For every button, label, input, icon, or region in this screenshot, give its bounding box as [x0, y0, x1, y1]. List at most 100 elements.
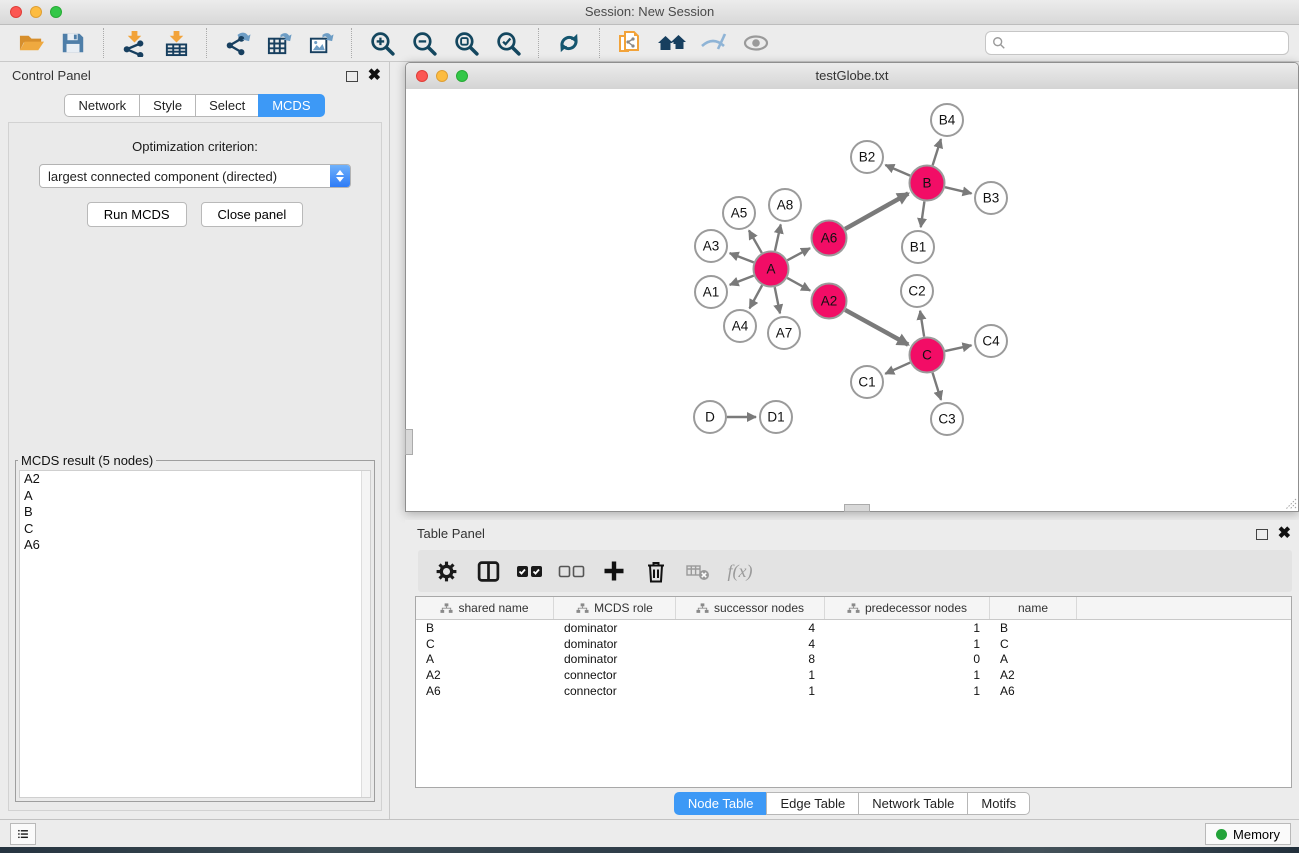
graph-node-C4[interactable]: C4: [975, 325, 1007, 357]
mcds-result-item[interactable]: A2: [20, 471, 370, 488]
table-settings-button[interactable]: [428, 554, 464, 588]
tab-network[interactable]: Network: [64, 94, 140, 117]
import-table-button[interactable]: [158, 27, 194, 59]
graph-edge-C-C2[interactable]: [920, 311, 924, 337]
panel-gripper[interactable]: [405, 429, 413, 455]
toggle-columns-button[interactable]: [470, 554, 506, 588]
graph-edge-B-B4[interactable]: [933, 139, 941, 165]
mcds-result-item[interactable]: B: [20, 504, 370, 521]
search-input[interactable]: [1006, 35, 1288, 52]
zoom-selected-button[interactable]: [490, 27, 526, 59]
mcds-result-item[interactable]: C: [20, 521, 370, 538]
column-header-name[interactable]: name: [990, 597, 1077, 619]
graph-node-B[interactable]: B: [910, 166, 945, 201]
refresh-view-button[interactable]: [551, 27, 587, 59]
float-panel-icon[interactable]: [346, 71, 358, 82]
optimization-select[interactable]: largest connected component (directed): [39, 164, 351, 188]
tab-edge-table[interactable]: Edge Table: [766, 792, 859, 815]
table-row[interactable]: A2connector11A2: [416, 667, 1291, 683]
graph-node-A3[interactable]: A3: [695, 230, 727, 262]
network-canvas[interactable]: B4B2BB3A5A8A6A3B1AA1C2A2A4A7C4CC1C3DD1: [406, 89, 1298, 511]
float-table-panel-icon[interactable]: [1256, 529, 1268, 540]
tab-mcds[interactable]: MCDS: [258, 94, 324, 117]
result-list-scrollbar[interactable]: [361, 471, 370, 797]
zoom-fit-button[interactable]: [448, 27, 484, 59]
graph-edge-A6-B[interactable]: [845, 194, 908, 229]
graph-node-D[interactable]: D: [694, 401, 726, 433]
tab-style[interactable]: Style: [139, 94, 196, 117]
copy-view-button[interactable]: [612, 27, 648, 59]
graph-node-A6[interactable]: A6: [812, 221, 847, 256]
graph-edge-A-A7[interactable]: [775, 287, 780, 313]
show-details-button[interactable]: [738, 27, 774, 59]
graph-edge-A-A6[interactable]: [787, 248, 810, 260]
import-network-button[interactable]: [116, 27, 152, 59]
table-row[interactable]: Adominator80A: [416, 652, 1291, 668]
delete-rows-button[interactable]: [638, 554, 674, 588]
graph-node-B1[interactable]: B1: [902, 231, 934, 263]
graph-node-A1[interactable]: A1: [695, 276, 727, 308]
memory-button[interactable]: Memory: [1205, 823, 1291, 845]
graph-edge-C-C3[interactable]: [933, 373, 942, 400]
graph-node-A[interactable]: A: [754, 252, 789, 287]
graph-node-B2[interactable]: B2: [851, 141, 883, 173]
column-header-predecessor-nodes[interactable]: predecessor nodes: [825, 597, 990, 619]
column-header-shared-name[interactable]: shared name: [416, 597, 554, 619]
graph-edge-A-A2[interactable]: [787, 278, 810, 291]
export-network-button[interactable]: [219, 27, 255, 59]
graph-edge-C-C1[interactable]: [885, 363, 910, 374]
graph-node-C3[interactable]: C3: [931, 403, 963, 435]
run-mcds-button[interactable]: Run MCDS: [87, 202, 187, 227]
deselect-all-rows-button[interactable]: [554, 554, 590, 588]
graph-edge-A-A3[interactable]: [730, 253, 754, 262]
graph-node-B4[interactable]: B4: [931, 104, 963, 136]
tab-select[interactable]: Select: [195, 94, 259, 117]
home-view-button[interactable]: [654, 27, 690, 59]
open-session-button[interactable]: [13, 27, 49, 59]
mcds-result-item[interactable]: A: [20, 488, 370, 505]
column-header-successor-nodes[interactable]: successor nodes: [676, 597, 825, 619]
graph-edge-B-B1[interactable]: [921, 201, 925, 227]
close-panel-button[interactable]: Close panel: [201, 202, 304, 227]
tab-node-table[interactable]: Node Table: [674, 792, 768, 815]
table-row[interactable]: Bdominator41B: [416, 620, 1291, 636]
table-row[interactable]: A6connector11A6: [416, 683, 1291, 699]
graph-edge-B-B3[interactable]: [945, 187, 972, 193]
graph-edge-B-B2[interactable]: [885, 165, 910, 176]
graph-edge-A-A8[interactable]: [775, 225, 781, 251]
graph-edge-A-A1[interactable]: [730, 276, 754, 285]
panel-gripper[interactable]: [844, 504, 870, 512]
graph-node-A8[interactable]: A8: [769, 189, 801, 221]
mcds-result-item[interactable]: A6: [20, 537, 370, 554]
graph-node-B3[interactable]: B3: [975, 182, 1007, 214]
zoom-out-button[interactable]: [406, 27, 442, 59]
function-builder-button[interactable]: f(x): [722, 554, 758, 588]
graph-edge-C-C4[interactable]: [945, 345, 971, 351]
graph-node-A4[interactable]: A4: [724, 310, 756, 342]
export-table-button[interactable]: [261, 27, 297, 59]
table-row[interactable]: Cdominator41C: [416, 636, 1291, 652]
graph-node-A7[interactable]: A7: [768, 317, 800, 349]
delete-table-button[interactable]: [680, 554, 716, 588]
close-table-panel-icon[interactable]: ✖: [1278, 526, 1291, 542]
tab-motifs[interactable]: Motifs: [967, 792, 1030, 815]
graph-node-A2[interactable]: A2: [812, 284, 847, 319]
hide-details-button[interactable]: [696, 27, 732, 59]
select-all-rows-button[interactable]: [512, 554, 548, 588]
close-panel-icon[interactable]: ✖: [368, 68, 381, 84]
graph-node-C2[interactable]: C2: [901, 275, 933, 307]
add-column-button[interactable]: [596, 554, 632, 588]
graph-edge-A-A5[interactable]: [749, 230, 762, 253]
graph-node-C1[interactable]: C1: [851, 366, 883, 398]
graph-edge-A-A4[interactable]: [750, 285, 763, 308]
task-history-button[interactable]: [10, 823, 36, 845]
zoom-in-button[interactable]: [364, 27, 400, 59]
graph-node-A5[interactable]: A5: [723, 197, 755, 229]
tab-network-table[interactable]: Network Table: [858, 792, 968, 815]
export-image-button[interactable]: [303, 27, 339, 59]
graph-edge-A2-C[interactable]: [845, 310, 908, 345]
save-session-button[interactable]: [55, 27, 91, 59]
column-header-mcds-role[interactable]: MCDS role: [554, 597, 676, 619]
resize-grip-icon[interactable]: [1282, 495, 1297, 510]
graph-node-D1[interactable]: D1: [760, 401, 792, 433]
